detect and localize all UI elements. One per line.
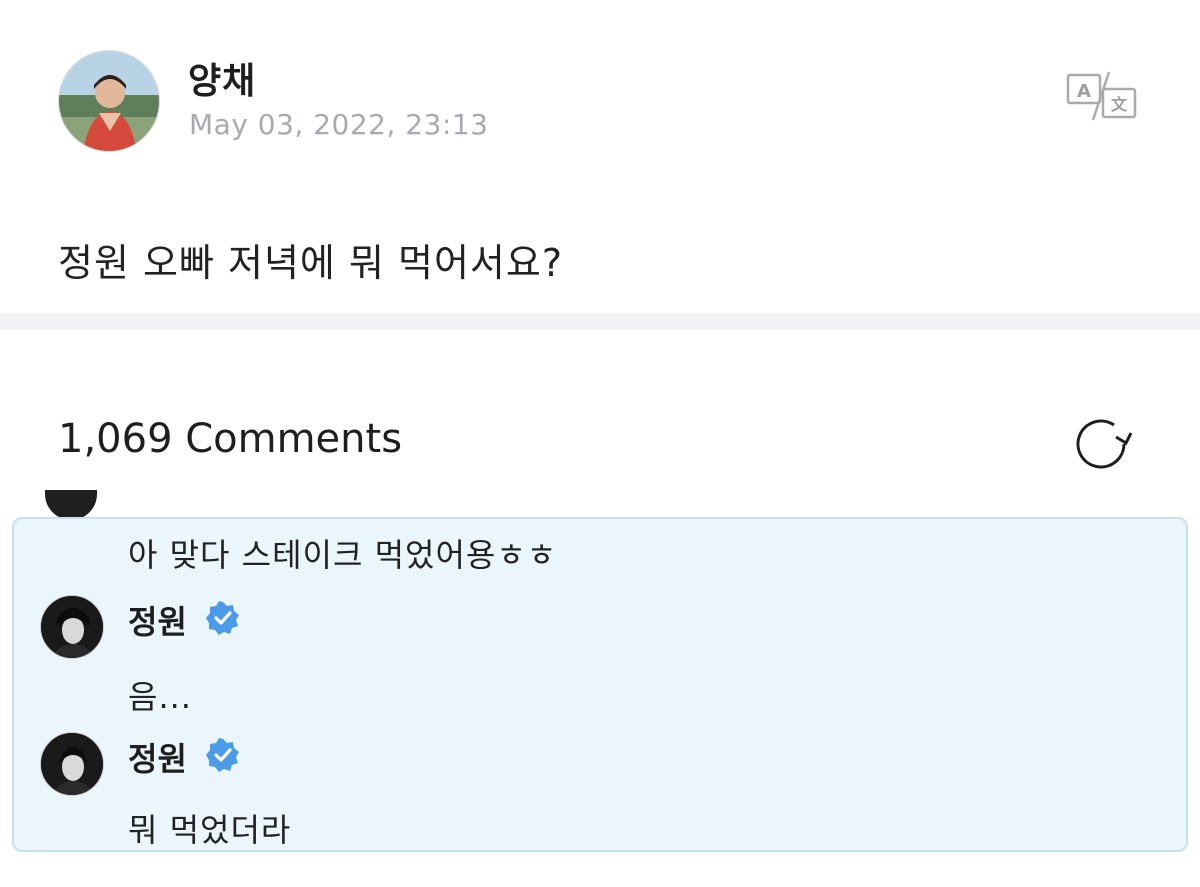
author-name[interactable]: 양채: [188, 52, 256, 104]
comment-avatar-partial[interactable]: [45, 490, 97, 520]
comments-count: 1,069 Comments: [58, 416, 403, 462]
section-divider: [0, 313, 1200, 330]
post-header: 양채 May 03, 2022, 23:13 A 文: [58, 50, 1158, 154]
reply-text: 음...: [128, 678, 192, 716]
svg-text:文: 文: [1111, 95, 1128, 114]
reply-avatar[interactable]: [40, 595, 104, 659]
reply-text: 뭐 먹었더라: [128, 811, 292, 849]
comment-text: 아 맞다 스테이크 먹었어용ㅎㅎ: [128, 536, 558, 574]
reply-avatar[interactable]: [40, 732, 104, 796]
verified-badge-icon: [205, 737, 241, 773]
translate-icon[interactable]: A 文: [1065, 70, 1139, 122]
reply-author-name[interactable]: 정원: [128, 597, 187, 643]
author-avatar[interactable]: [58, 50, 160, 152]
reply-author-name[interactable]: 정원: [128, 734, 187, 780]
verified-badge-icon: [205, 600, 241, 636]
post-body: 정원 오빠 저녁에 뭐 먹어서요?: [58, 241, 564, 285]
post-timestamp: May 03, 2022, 23:13: [189, 108, 489, 141]
refresh-icon[interactable]: [1070, 413, 1133, 475]
svg-text:A: A: [1077, 81, 1091, 102]
